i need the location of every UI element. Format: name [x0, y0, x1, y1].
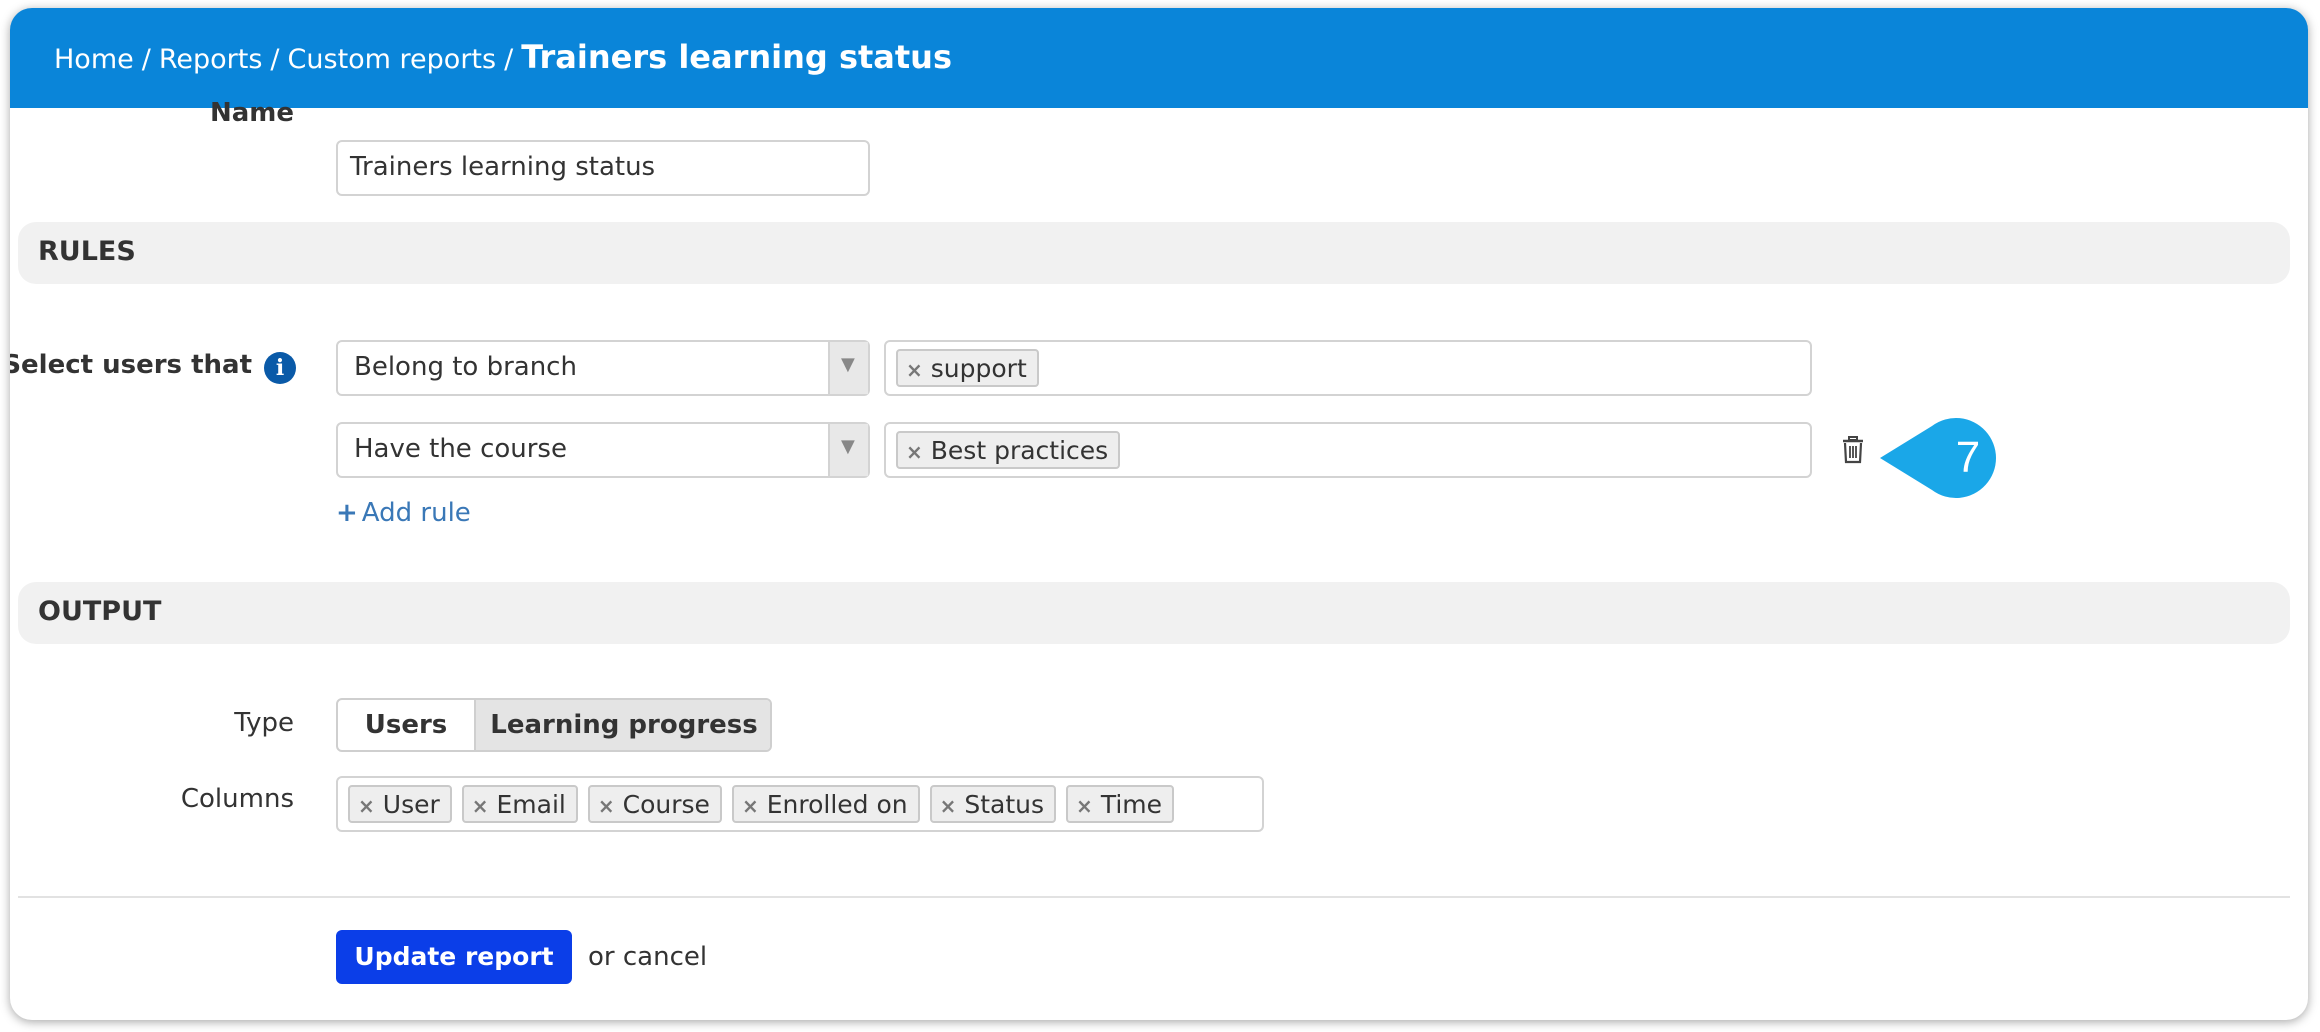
plus-icon: + — [336, 498, 358, 528]
columns-tag-input[interactable]: × User × Email × Course × Enrolled on × Status × Ti… — [336, 776, 1264, 832]
cancel-link[interactable]: or cancel — [588, 942, 707, 972]
breadcrumb-home[interactable]: Home — [54, 44, 134, 75]
remove-tag-icon[interactable]: × — [472, 788, 489, 824]
callout-number: 7 — [1956, 433, 1980, 482]
column-tag: × Enrolled on — [731, 785, 920, 824]
remove-tag-icon[interactable]: × — [906, 352, 923, 388]
trash-icon[interactable] — [1842, 436, 1864, 464]
remove-tag-icon[interactable]: × — [940, 788, 957, 824]
columns-label: Columns — [180, 784, 294, 814]
add-rule-link[interactable]: + Add rule — [336, 498, 471, 528]
step-callout-badge: 7 — [1880, 418, 1996, 498]
remove-tag-icon[interactable]: × — [906, 434, 923, 470]
breadcrumb: Home / Reports / Custom reports / Trainers lea… — [54, 38, 952, 76]
breadcrumb-custom-reports[interactable]: Custom reports — [288, 44, 497, 75]
remove-tag-icon[interactable]: × — [598, 788, 615, 824]
rules-heading: RULES — [38, 236, 136, 267]
breadcrumb-separator: / — [504, 44, 514, 75]
info-icon[interactable]: i — [264, 352, 296, 384]
rule-condition-value: Have the course — [354, 434, 567, 464]
breadcrumb-separator: / — [141, 44, 151, 75]
name-input[interactable]: Trainers learning status — [336, 140, 870, 196]
name-label: Name — [209, 98, 294, 128]
report-card: Home / Reports / Custom reports / Trainers lea… — [10, 8, 2308, 1020]
rule-value-tag-input[interactable]: × support — [884, 340, 1812, 396]
rule-tag: × support — [896, 349, 1039, 387]
type-option-learning-progress[interactable]: Learning progress — [474, 700, 770, 750]
output-heading: OUTPUT — [38, 596, 162, 627]
remove-tag-icon[interactable]: × — [742, 788, 759, 824]
chevron-down-icon[interactable]: ▼ — [828, 342, 868, 394]
page-header: Home / Reports / Custom reports / Trainers lea… — [10, 8, 2308, 108]
rule-condition-value: Belong to branch — [354, 352, 577, 382]
breadcrumb-reports[interactable]: Reports — [159, 44, 263, 75]
column-tag: × Time — [1066, 785, 1174, 823]
select-users-label: Select users that — [10, 350, 252, 380]
type-toggle[interactable]: Users Learning progress — [336, 698, 772, 752]
rules-section-header: RULES — [18, 222, 2290, 284]
update-report-button[interactable]: Update report — [336, 930, 572, 984]
remove-tag-icon[interactable]: × — [358, 788, 375, 824]
rule-tag: × Best practices — [896, 431, 1121, 470]
add-rule-label: Add rule — [361, 498, 471, 528]
breadcrumb-separator: / — [270, 44, 280, 75]
remove-tag-icon[interactable]: × — [1076, 788, 1093, 824]
page-title: Trainers learning status — [521, 38, 952, 76]
rule-condition-select[interactable]: Have the course ▼ — [336, 422, 870, 478]
column-tag: × Email — [461, 785, 578, 824]
rule-condition-select[interactable]: Belong to branch ▼ — [336, 340, 870, 396]
form-divider — [18, 896, 2290, 898]
rule-value-tag-input[interactable]: × Best practices — [884, 422, 1812, 478]
type-label: Type — [234, 708, 294, 738]
column-tag: × Course — [587, 785, 722, 824]
column-tag: × User — [348, 785, 452, 823]
chevron-down-icon[interactable]: ▼ — [828, 424, 868, 476]
output-section-header: OUTPUT — [18, 582, 2290, 644]
column-tag: × Status — [929, 785, 1057, 824]
type-option-users[interactable]: Users — [338, 700, 474, 750]
